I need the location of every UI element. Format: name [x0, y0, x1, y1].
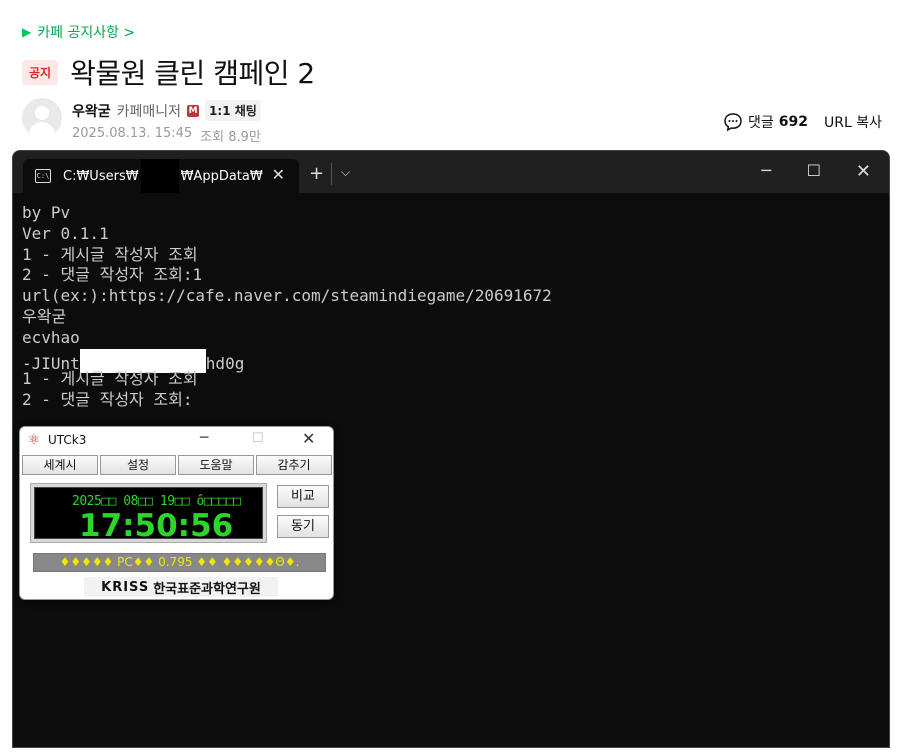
- world-time-button[interactable]: 세계시: [22, 455, 98, 475]
- manager-icon: M: [187, 104, 200, 117]
- avatar-body: [29, 122, 55, 138]
- terminal-output[interactable]: by Pv Ver 0.1.1 1 - 게시글 작성자 조회 2 - 댓글 작성…: [22, 203, 552, 411]
- window-close-button[interactable]: ✕: [856, 161, 871, 182]
- terminal-icon: C:\: [35, 169, 51, 183]
- author-name[interactable]: 우왁굳: [72, 101, 111, 121]
- terminal-line-redacted: -JIUnt hd0g: [22, 348, 552, 373]
- post-tools: 댓글 692 URL 복사: [723, 112, 882, 132]
- terminal-line: 2 - 댓글 작성자 조회:1: [22, 265, 203, 285]
- terminal-line: Ver 0.1.1: [22, 223, 109, 243]
- clock-frame: 2025□□ 08□□ 19□□ ô□□□□□ 17:50:56: [30, 483, 267, 544]
- kriss-logo: KRISS 한국표준과학연구원: [84, 577, 278, 597]
- clock-date: 2025□□ 08□□ 19□□ ô□□□□□: [72, 494, 241, 509]
- maximize-button[interactable]: ☐: [807, 161, 821, 180]
- clock-time: 17:50:56: [79, 508, 234, 544]
- terminal-line: 1 - 게시글 작성자 조회: [22, 369, 198, 389]
- new-tab-button[interactable]: +: [309, 163, 324, 184]
- page-root: ▶ 카페 공지사항 > 공지 왁물원 클린 캠페인 2 우왁굳 카페매니저 M …: [0, 0, 900, 752]
- atom-icon: ⚛: [27, 432, 41, 448]
- terminal-line: url(ex:):https://cafe.naver.com/steamind…: [22, 286, 552, 306]
- redaction-box: [140, 159, 179, 193]
- post-date: 2025.08.13. 15:45: [72, 126, 193, 141]
- hide-button[interactable]: 감추기: [256, 455, 332, 475]
- terminal-line: by Pv: [22, 203, 71, 222]
- comment-count: 692: [778, 114, 808, 130]
- avatar[interactable]: [22, 98, 62, 138]
- close-icon[interactable]: ✕: [272, 165, 285, 184]
- comment-button[interactable]: 댓글 692: [723, 112, 808, 132]
- author-role: 카페매니저: [116, 103, 182, 120]
- chat-button[interactable]: 1:1 채팅: [205, 100, 261, 121]
- kriss-org-name: 한국표준과학연구원: [153, 581, 261, 597]
- utck-menu: 세계시 설정 도움말 감추기: [22, 455, 332, 475]
- speech-bubble-icon: [724, 113, 742, 132]
- tab-path-suffix: ₩AppData₩: [180, 168, 263, 184]
- post-views: 조회 8.9만: [200, 130, 261, 145]
- terminal-line: 우왁굳: [22, 306, 67, 326]
- tab-path-prefix: C:₩Users₩: [63, 168, 139, 184]
- terminal-line: 1 - 게시글 작성자 조회: [22, 244, 198, 264]
- terminal-line: ecvhao: [22, 327, 80, 347]
- author-row: 우왁굳 카페매니저 M 1:1 채팅: [72, 100, 261, 121]
- maximize-button: ☐: [252, 431, 264, 446]
- tab-separator: [331, 163, 332, 185]
- settings-button[interactable]: 설정: [100, 455, 176, 475]
- help-button[interactable]: 도움말: [178, 455, 254, 475]
- board-link-label: 카페 공지사항 >: [37, 25, 136, 41]
- utck-window[interactable]: ⚛ UTCk3 ─ ☐ ✕ 세계시 설정 도움말 감추기 2025□□ 08□□…: [19, 426, 334, 600]
- kriss-logo-text: KRISS: [101, 579, 150, 595]
- play-triangle-icon: ▶: [22, 25, 32, 39]
- url-copy-button[interactable]: URL 복사: [824, 112, 882, 132]
- clock-display: 2025□□ 08□□ 19□□ ô□□□□□ 17:50:56: [34, 487, 263, 544]
- post-meta: 2025.08.13. 15:45 조회 8.9만: [72, 126, 261, 145]
- utck-titlebar[interactable]: ⚛ UTCk3 ─ ☐ ✕: [20, 427, 333, 455]
- board-link[interactable]: ▶ 카페 공지사항 >: [22, 22, 135, 42]
- compare-button[interactable]: 비교: [277, 485, 329, 508]
- terminal-tab[interactable]: C:\ C:₩Users₩ ₩AppData₩ ✕: [23, 159, 299, 193]
- post-title: 왁물원 클린 캠페인 2: [70, 57, 315, 90]
- window-close-button[interactable]: ✕: [302, 429, 315, 448]
- comment-label: 댓글: [748, 115, 774, 131]
- tab-path: C:₩Users₩ ₩AppData₩: [63, 159, 263, 193]
- sync-button[interactable]: 동기: [277, 515, 329, 538]
- terminal-line: 2 - 댓글 작성자 조회:: [22, 390, 193, 410]
- minimize-button[interactable]: ─: [761, 161, 771, 180]
- notice-badge: 공지: [22, 59, 59, 85]
- status-bar: ♦♦♦♦♦ PC♦♦ 0.795 ♦♦ ♦♦♦♦♦Θ♦.: [33, 553, 326, 572]
- avatar-head: [35, 106, 49, 120]
- chevron-down-icon[interactable]: ⌵: [341, 165, 350, 180]
- redacted-suffix: hd0g: [205, 353, 245, 373]
- terminal-titlebar[interactable]: C:\ C:₩Users₩ ₩AppData₩ ✕ + ⌵ ─ ☐ ✕: [13, 151, 889, 193]
- utck-title: UTCk3: [48, 433, 87, 447]
- minimize-button[interactable]: ─: [200, 430, 208, 446]
- title-row: 공지 왁물원 클린 캠페인 2: [22, 52, 315, 92]
